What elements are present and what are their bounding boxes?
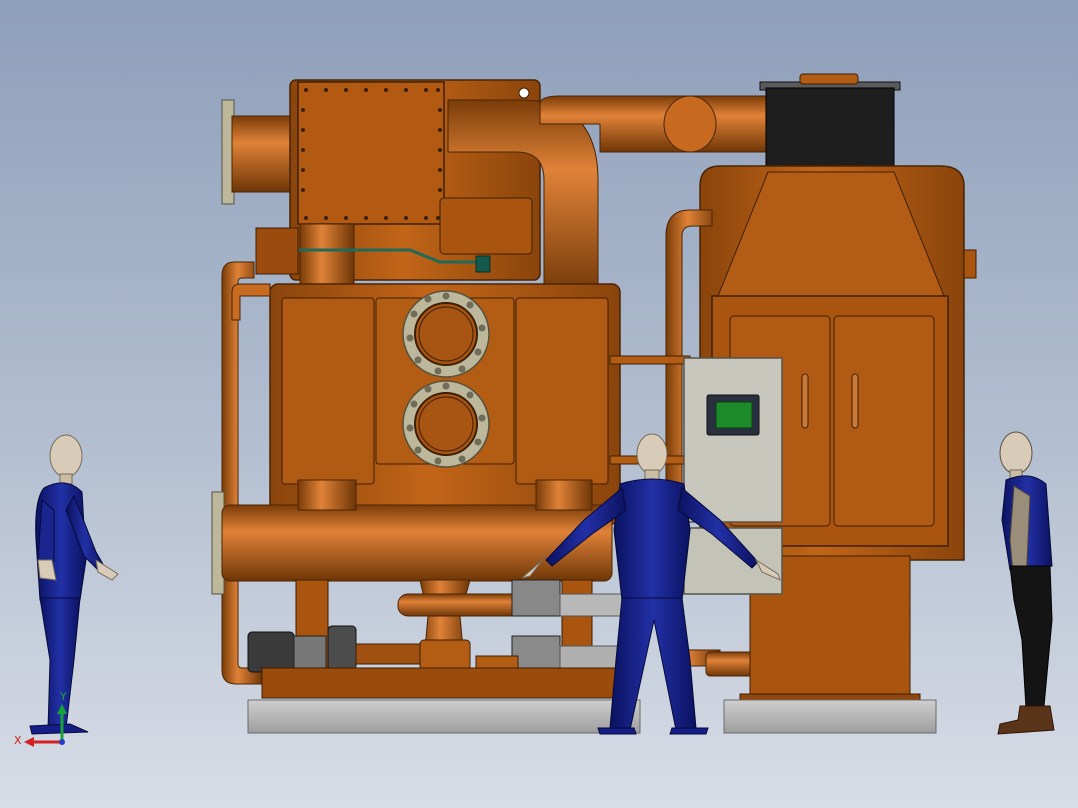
figure-left-hand-front — [95, 558, 119, 581]
triad-x-arrow — [24, 737, 34, 747]
control-panel[interactable] — [683, 357, 783, 595]
figure-right-head — [999, 431, 1033, 475]
motor-coupling — [293, 635, 327, 671]
left-return-loop — [221, 261, 263, 685]
valve-gray-upper — [511, 579, 561, 617]
shell-stub-right — [535, 479, 593, 511]
triad-x-label: X — [14, 734, 22, 747]
valve-gray-lower — [511, 635, 561, 669]
triad-z-axis — [59, 739, 65, 745]
right-side-lug — [963, 249, 977, 279]
motor-end — [327, 625, 357, 671]
figure-left[interactable] — [29, 434, 119, 735]
lifting-eye — [518, 87, 530, 99]
figure-center-torso — [613, 478, 691, 601]
valve-pipe — [559, 593, 631, 617]
figure-center-head — [636, 433, 668, 475]
control-cabinet-upper — [683, 357, 783, 523]
lower-header — [221, 504, 613, 582]
access-panel — [297, 81, 445, 225]
tower-connector — [609, 355, 691, 365]
inspection-port-lower — [402, 380, 490, 468]
cabinet-door-right — [833, 315, 935, 527]
figure-center-feet — [597, 727, 709, 735]
stack-cap — [765, 87, 895, 175]
inspection-port-upper — [402, 290, 490, 378]
skid-frame — [261, 667, 621, 699]
figure-left-foot — [29, 723, 89, 735]
left-small-pipe — [231, 283, 271, 321]
cad-viewport[interactable]: X Y — [0, 0, 1078, 808]
tower-outlet-stub — [705, 651, 755, 677]
door-handle-right[interactable] — [851, 373, 859, 429]
figure-right-shoes — [997, 705, 1055, 735]
stack-lid — [799, 73, 859, 85]
left-bracket — [255, 227, 299, 275]
door-handle-left[interactable] — [801, 373, 809, 429]
pump-shaft — [355, 643, 421, 665]
shell-panel-left — [281, 297, 375, 485]
pump-casing — [419, 639, 471, 671]
sensor-box — [475, 255, 491, 273]
motor-body — [247, 631, 295, 673]
triad-y-label: Y — [59, 690, 67, 703]
figure-left-head — [49, 434, 83, 478]
figure-right[interactable] — [997, 431, 1055, 735]
hmi-screen[interactable] — [715, 401, 753, 429]
shell-stub-left — [297, 479, 357, 511]
shell-panel-right — [515, 297, 609, 485]
crossover-joint — [663, 95, 717, 153]
foundation-left — [247, 699, 641, 734]
skid-pad — [475, 655, 519, 669]
chiller-unit[interactable] — [211, 79, 641, 734]
figure-right-legs — [1009, 565, 1053, 709]
junction-box — [439, 197, 533, 255]
foundation-right — [723, 699, 937, 734]
figure-center-legs — [609, 597, 697, 731]
